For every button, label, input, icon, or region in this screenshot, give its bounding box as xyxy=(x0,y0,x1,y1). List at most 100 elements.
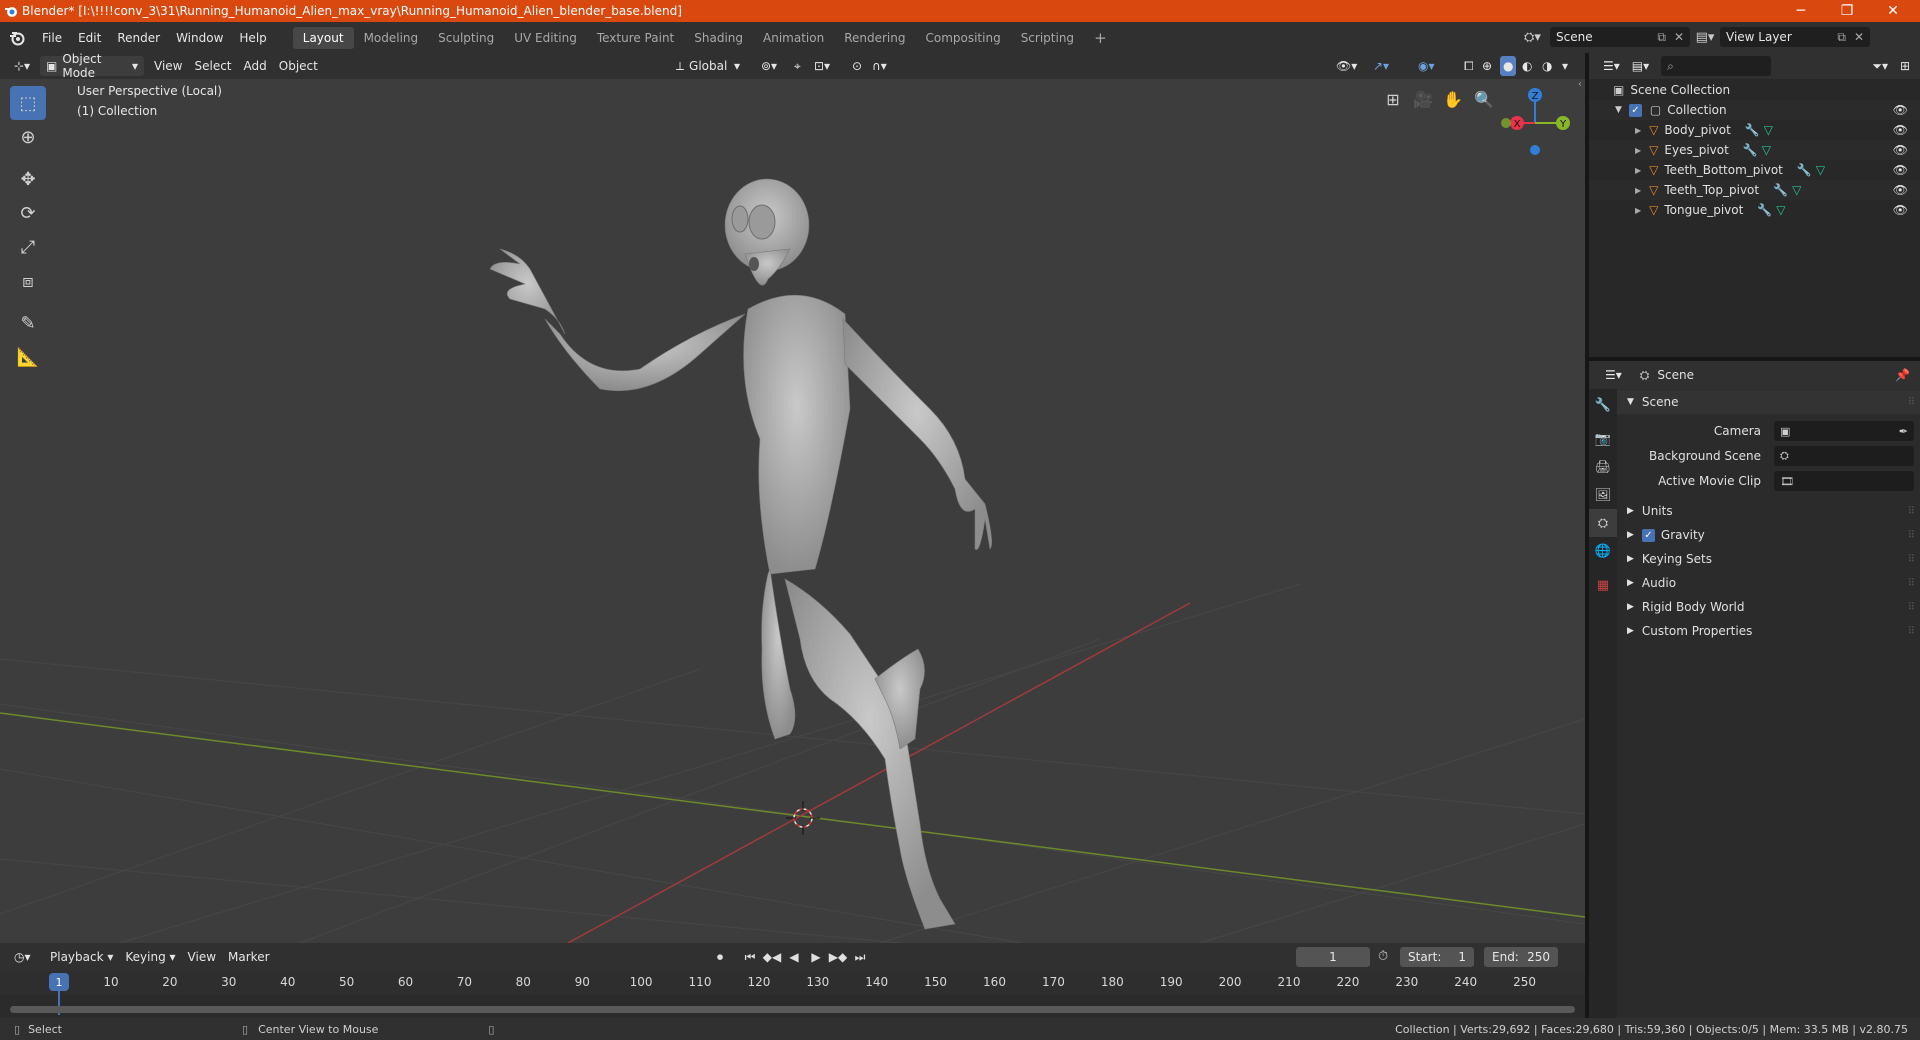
drag-handle-icon[interactable]: ⠿ xyxy=(1908,626,1915,637)
gravity-checkbox[interactable]: ✓ xyxy=(1641,528,1655,542)
orientation-gizmo[interactable]: Z Y X xyxy=(1495,83,1575,173)
area-divider[interactable] xyxy=(1585,53,1589,1018)
outliner-object-row[interactable]: ▶ ▽ Body_pivot 🔧 ▽ 👁 xyxy=(1589,120,1920,140)
record-button[interactable]: ⏺ xyxy=(709,947,731,967)
menu-add[interactable]: Add xyxy=(238,56,273,76)
maximize-button[interactable]: ❐ xyxy=(1824,0,1870,22)
tab-modeling[interactable]: Modeling xyxy=(354,27,429,49)
add-workspace-button[interactable]: + xyxy=(1084,27,1117,49)
menu-object[interactable]: Object xyxy=(273,56,324,76)
frame-ruler[interactable]: 1102030405060708090100110120130140150160… xyxy=(0,971,1585,995)
menu-select[interactable]: Select xyxy=(188,56,237,76)
menu-render[interactable]: Render xyxy=(109,27,168,49)
mesh-data-icon[interactable]: ▽ xyxy=(1762,143,1771,157)
shading-options-icon[interactable]: ▾ xyxy=(1560,56,1570,76)
proportional-edit-icon[interactable]: ⊙ xyxy=(846,56,868,76)
toggle-grid-icon[interactable]: ⊞ xyxy=(1379,85,1407,113)
material-shading-icon[interactable]: ◐ xyxy=(1520,56,1534,76)
overlay-toggle-icon[interactable]: ◉▾ xyxy=(1412,56,1441,76)
pin-icon[interactable]: 📌 xyxy=(1895,368,1910,382)
xray-toggle-icon[interactable]: ⧠ xyxy=(1458,56,1480,76)
visibility-icon[interactable]: 👁▾ xyxy=(1330,56,1363,76)
modifier-icon[interactable]: 🔧 xyxy=(1743,143,1758,157)
move-tool-icon[interactable]: ✥ xyxy=(10,162,46,196)
tab-scripting[interactable]: Scripting xyxy=(1011,27,1084,49)
gravity-panel-header[interactable]: ▶ ✓ Gravity ⠿ xyxy=(1617,523,1920,547)
drag-handle-icon[interactable]: ⠿ xyxy=(1908,602,1915,613)
outliner-object-row[interactable]: ▶ ▽ Teeth_Bottom_pivot 🔧 ▽ 👁 xyxy=(1589,160,1920,180)
rigid-body-world-panel-header[interactable]: ▶ Rigid Body World ⠿ xyxy=(1617,595,1920,619)
3d-viewport[interactable]: ⬚ ⊕ ✥ ⟳ ⤢ ⧈ ✎ 📐 User Perspective (Local)… xyxy=(0,79,1585,943)
tab-animation[interactable]: Animation xyxy=(753,27,834,49)
remove-scene-icon[interactable]: ✕ xyxy=(1674,30,1684,44)
timeline-ruler[interactable]: 1102030405060708090100110120130140150160… xyxy=(0,971,1585,1018)
properties-editor-type-icon[interactable]: ☰▾ xyxy=(1599,365,1628,385)
eye-icon[interactable]: 👁 xyxy=(1893,103,1908,117)
copy-view-layer-icon[interactable]: ⧉ xyxy=(1837,30,1846,45)
modifier-icon[interactable]: 🔧 xyxy=(1757,203,1772,217)
background-scene-field[interactable]: ⛭ xyxy=(1774,446,1914,466)
menu-view[interactable]: View xyxy=(148,56,188,76)
scene-panel-header[interactable]: ▼ Scene ⠿ xyxy=(1617,390,1920,414)
jump-start-button[interactable]: ⏮ xyxy=(739,947,761,967)
orientation-selector[interactable]: ⟂ Global ▾ xyxy=(670,56,746,76)
display-mode-icon[interactable]: ▤▾ xyxy=(1626,56,1655,76)
expand-arrow-icon[interactable]: ▶ xyxy=(1635,146,1641,155)
mesh-data-icon[interactable]: ▽ xyxy=(1764,123,1773,137)
modifier-icon[interactable]: 🔧 xyxy=(1773,183,1788,197)
scene-tab-icon[interactable]: ⛭ xyxy=(1589,509,1617,537)
tool-tab-icon[interactable]: 🔧 xyxy=(1589,391,1617,419)
active-movie-clip-field[interactable]: 🎞 xyxy=(1774,471,1914,491)
view-layer-selector[interactable]: View Layer ⧉ ✕ xyxy=(1720,27,1870,47)
timeline-editor-type-icon[interactable]: ◷▾ xyxy=(8,947,40,967)
playhead[interactable]: 1 xyxy=(49,973,69,991)
drag-handle-icon[interactable]: ⠿ xyxy=(1908,530,1915,541)
area-divider[interactable] xyxy=(1589,357,1920,361)
outliner-scene-collection[interactable]: ▣ Scene Collection xyxy=(1589,80,1920,100)
scene-selector[interactable]: Scene ⧉ ✕ xyxy=(1550,27,1690,47)
preview-range-icon[interactable]: ⏱ xyxy=(1378,949,1388,964)
expand-arrow-icon[interactable]: ▶ xyxy=(1635,186,1641,195)
scale-tool-icon[interactable]: ⤢ xyxy=(10,230,46,264)
view-layer-icon[interactable]: ▤▾ xyxy=(1690,30,1720,45)
outliner-object-row[interactable]: ▶ ▽ Tongue_pivot 🔧 ▽ 👁 xyxy=(1589,200,1920,220)
remove-view-layer-icon[interactable]: ✕ xyxy=(1854,30,1864,44)
rotate-tool-icon[interactable]: ⟳ xyxy=(10,196,46,230)
timeline-scrollbar[interactable] xyxy=(10,1006,1575,1013)
units-panel-header[interactable]: ▶ Units ⠿ xyxy=(1617,499,1920,523)
sidebar-toggle-icon[interactable]: ‹ xyxy=(1578,79,1582,90)
menu-keying[interactable]: Keying ▾ xyxy=(119,947,181,967)
solid-shading-icon[interactable]: ● xyxy=(1500,56,1517,76)
tab-compositing[interactable]: Compositing xyxy=(915,27,1010,49)
menu-edit[interactable]: Edit xyxy=(70,27,109,49)
cursor-tool-icon[interactable]: ⊕ xyxy=(10,120,46,154)
menu-file[interactable]: File xyxy=(34,27,70,49)
expand-arrow-icon[interactable]: ▶ xyxy=(1635,206,1641,215)
play-reverse-button[interactable]: ◀ xyxy=(783,947,805,967)
tab-layout[interactable]: Layout xyxy=(292,26,354,49)
camera-field[interactable]: ▣ ✒ xyxy=(1774,421,1914,441)
render-tab-icon[interactable]: 📷 xyxy=(1589,425,1617,453)
tab-rendering[interactable]: Rendering xyxy=(834,27,915,49)
annotate-tool-icon[interactable]: ✎ xyxy=(10,306,46,340)
outliner-object-row[interactable]: ▶ ▽ Teeth_Top_pivot 🔧 ▽ 👁 xyxy=(1589,180,1920,200)
drag-handle-icon[interactable]: ⠿ xyxy=(1908,578,1915,589)
copy-scene-icon[interactable]: ⧉ xyxy=(1657,30,1666,45)
keying-sets-panel-header[interactable]: ▶ Keying Sets ⠿ xyxy=(1617,547,1920,571)
mode-selector[interactable]: ▣ Object Mode ▾ xyxy=(40,52,144,80)
eyedropper-icon[interactable]: ✒ xyxy=(1899,425,1908,438)
menu-help[interactable]: Help xyxy=(231,27,274,49)
falloff-icon[interactable]: ∩▾ xyxy=(866,56,893,76)
filter-icon[interactable]: ⏷▾ xyxy=(1866,56,1894,76)
play-button[interactable]: ▶ xyxy=(805,947,827,967)
jump-keyframe-back-button[interactable]: ◆◀ xyxy=(761,947,783,967)
camera-view-icon[interactable]: 🎥 xyxy=(1409,85,1437,113)
pivot-point-icon[interactable]: ⊚▾ xyxy=(755,56,783,76)
texture-tab-icon[interactable]: ▦ xyxy=(1589,571,1617,599)
menu-playback[interactable]: Playback ▾ xyxy=(44,947,119,967)
collection-checkbox[interactable]: ✓ xyxy=(1628,103,1642,117)
mesh-data-icon[interactable]: ▽ xyxy=(1776,203,1785,217)
tab-texture-paint[interactable]: Texture Paint xyxy=(587,27,684,49)
snap-toggle-icon[interactable]: ⌖ xyxy=(788,56,807,76)
outliner-search-input[interactable]: ⌕ xyxy=(1661,56,1772,76)
